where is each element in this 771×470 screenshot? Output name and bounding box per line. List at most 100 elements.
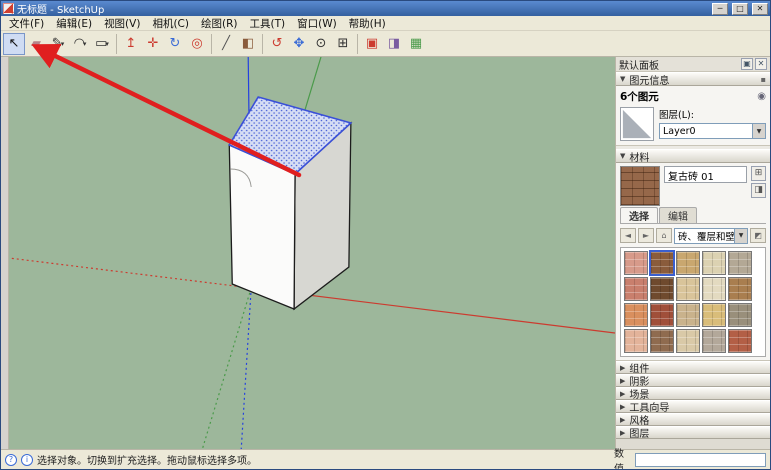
chevron-right-icon: ▶	[620, 390, 625, 398]
red-axis-negative	[9, 258, 251, 288]
menu-item[interactable]: 文件(F)	[3, 16, 50, 31]
eraser-icon: ▰	[31, 36, 41, 51]
collection-dropdown[interactable]: 砖、覆层和壁板 ▼	[674, 228, 748, 244]
green-axis-negative	[202, 288, 251, 449]
info-icon[interactable]: i	[21, 454, 33, 466]
material-swatch[interactable]	[676, 303, 700, 327]
material-swatch[interactable]	[676, 251, 700, 275]
chevron-right-icon: ▶	[620, 377, 625, 385]
status-bar: ? i 选择对象。切换到扩充选择。拖动鼠标选择多项。 数值	[1, 449, 770, 469]
help-icon[interactable]: ?	[5, 454, 17, 466]
tape-measure-tool-button[interactable]: ╱	[215, 33, 237, 55]
pin-icon[interactable]: ▣	[741, 58, 753, 70]
materials-tab[interactable]: 选择	[620, 207, 658, 223]
material-swatch[interactable]	[624, 277, 648, 301]
material-swatch[interactable]	[702, 329, 726, 353]
menu-item[interactable]: 绘图(R)	[195, 16, 244, 31]
material-swatch[interactable]	[728, 329, 752, 353]
create-material-button[interactable]: ⊞	[751, 166, 766, 181]
move-tool-button[interactable]: ✛	[142, 33, 164, 55]
styles-browser-button[interactable]: ◨	[383, 33, 405, 55]
secondary-pane-button[interactable]: ◨	[751, 183, 766, 198]
select-tool-button[interactable]: ↖	[3, 33, 25, 55]
measurements-input[interactable]	[635, 453, 766, 467]
tape-measure-icon: ╱	[222, 36, 230, 51]
menu-item[interactable]: 帮助(H)	[343, 16, 392, 31]
zoom-tool-button[interactable]: ⊙	[310, 33, 332, 55]
material-name: 复古砖 01	[664, 166, 747, 183]
menu-item[interactable]: 窗口(W)	[291, 16, 343, 31]
chevron-down-icon[interactable]: ▾	[61, 40, 65, 48]
layer-dropdown[interactable]: Layer0 ▼	[659, 123, 766, 139]
home-button[interactable]: ⌂	[656, 228, 672, 243]
material-swatch[interactable]	[728, 303, 752, 327]
entity-info-body: 6个图元 ◉ 图层(L): Layer0 ▼	[616, 86, 770, 146]
forward-arrow-button[interactable]: ►	[638, 228, 654, 243]
default-tray-panel: 默认面板 ▣ ✕ ▼ 图元信息 ▪ 6个图元 ◉	[615, 57, 770, 449]
material-swatch[interactable]	[650, 303, 674, 327]
sketchup-app-icon	[3, 3, 14, 14]
viewport-canvas[interactable]	[9, 57, 615, 449]
section-header-entity-info[interactable]: ▼ 图元信息 ▪	[616, 72, 770, 86]
menu-item[interactable]: 编辑(E)	[50, 16, 98, 31]
material-swatch[interactable]	[702, 251, 726, 275]
line-tool-button[interactable]: ✎▾	[47, 33, 69, 55]
chevron-down-icon[interactable]: ▼	[752, 124, 765, 138]
chevron-down-icon[interactable]: ▾	[105, 40, 109, 48]
collapsed-section-label: 图层	[629, 425, 649, 440]
material-swatch[interactable]	[728, 277, 752, 301]
minimize-button[interactable]: ─	[712, 3, 728, 15]
material-swatch[interactable]	[676, 329, 700, 353]
material-swatch[interactable]	[624, 251, 648, 275]
materials-browser-button[interactable]: ▦	[405, 33, 427, 55]
section-menu-icon[interactable]: ▪	[761, 75, 766, 84]
material-swatch[interactable]	[650, 251, 674, 275]
material-swatch[interactable]	[702, 303, 726, 327]
materials-tab[interactable]: 编辑	[659, 207, 697, 223]
tray-title: 默认面板	[619, 57, 739, 72]
maximize-button[interactable]: □	[732, 3, 748, 15]
back-arrow-button[interactable]: ◄	[620, 228, 636, 243]
tray-close-icon[interactable]: ✕	[755, 58, 767, 70]
offset-tool-button[interactable]: ◎	[186, 33, 208, 55]
title-bar: 无标题 - SketchUp ─ □ ✕	[1, 1, 770, 16]
chevron-down-icon[interactable]: ▾	[83, 40, 87, 48]
material-swatch[interactable]	[650, 329, 674, 353]
zoom-extents-tool-button[interactable]: ⊞	[332, 33, 354, 55]
components-browser-button[interactable]: ▣	[361, 33, 383, 55]
eraser-tool-button[interactable]: ▰	[25, 33, 47, 55]
arc-tool-button[interactable]: ◠▾	[69, 33, 91, 55]
menu-item[interactable]: 相机(C)	[146, 16, 195, 31]
materials-nav-row: ◄ ► ⌂ 砖、覆层和壁板 ▼ ◩	[620, 227, 766, 244]
material-swatch[interactable]	[676, 277, 700, 301]
menu-item[interactable]: 工具(T)	[243, 16, 291, 31]
material-swatch[interactable]	[728, 251, 752, 275]
paint-bucket-tool-button[interactable]: ◧	[237, 33, 259, 55]
chevron-right-icon: ▶	[620, 364, 625, 372]
measurements-label: 数值	[614, 445, 632, 470]
chevron-down-icon[interactable]: ▼	[734, 229, 747, 243]
chevron-right-icon: ▶	[620, 429, 625, 437]
material-swatch[interactable]	[624, 329, 648, 353]
material-swatch[interactable]	[702, 277, 726, 301]
zoom-extents-icon: ⊞	[338, 36, 349, 51]
material-swatch[interactable]	[624, 303, 648, 327]
orbit-tool-button[interactable]: ↺	[266, 33, 288, 55]
material-swatch[interactable]	[650, 277, 674, 301]
section-header-materials[interactable]: ▼ 材料	[616, 149, 770, 163]
components-browser-icon: ▣	[366, 36, 378, 51]
push-pull-tool-button[interactable]: ↥	[120, 33, 142, 55]
styles-browser-icon: ◨	[388, 36, 400, 51]
rotate-tool-button[interactable]: ↻	[164, 33, 186, 55]
3d-scene	[9, 57, 615, 449]
collapsed-section[interactable]: ▶ 图层	[616, 426, 770, 439]
rectangle-tool-button[interactable]: ▭▾	[91, 33, 113, 55]
menu-bar: 文件(F)编辑(E)视图(V)相机(C)绘图(R)工具(T)窗口(W)帮助(H)	[1, 16, 770, 31]
collapsed-sections: ▶组件▶阴影▶场景▶工具向导▶风格▶图层	[616, 361, 770, 439]
measurements-area: 数值	[614, 445, 766, 470]
pan-tool-button[interactable]: ✥	[288, 33, 310, 55]
visibility-icon[interactable]: ◉	[757, 91, 766, 102]
menu-item[interactable]: 视图(V)	[98, 16, 146, 31]
sample-paint-button[interactable]: ◩	[750, 228, 766, 243]
close-button[interactable]: ✕	[752, 3, 768, 15]
